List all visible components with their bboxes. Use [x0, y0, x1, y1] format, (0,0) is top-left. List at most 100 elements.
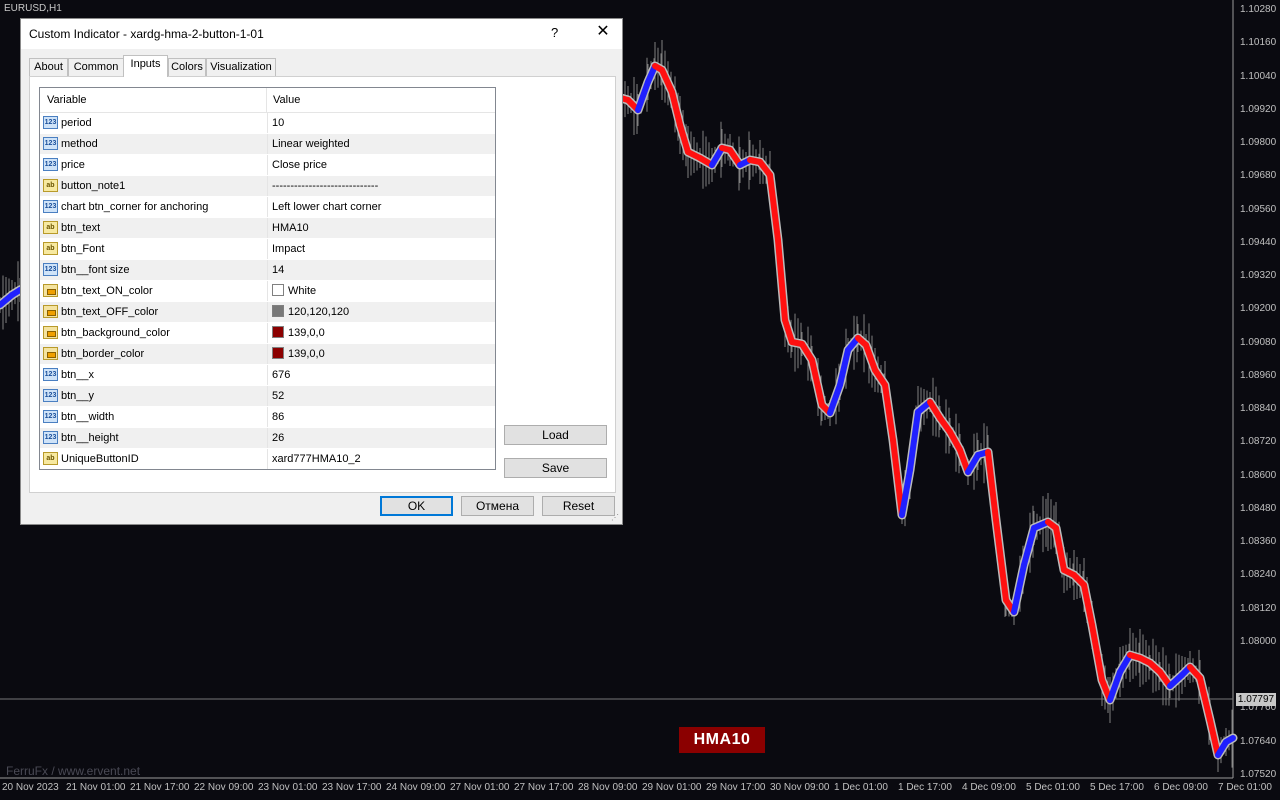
x-tick-label: 29 Nov 17:00	[706, 782, 766, 793]
value-cell[interactable]: 139,0,0	[267, 323, 495, 343]
x-tick-label: 27 Nov 01:00	[450, 782, 510, 793]
value-cell[interactable]: -----------------------------	[267, 176, 495, 196]
numeric-type-icon: 123	[43, 158, 58, 171]
y-tick-label: 1.08120	[1240, 602, 1277, 614]
inputs-grid: Variable Value 123 period 10 123 method Linea…	[39, 87, 496, 470]
input-row-btn-text-on-color[interactable]: btn_text_ON_color White	[40, 281, 495, 302]
y-tick-label: 1.08600	[1240, 469, 1277, 481]
column-header-variable[interactable]: Variable	[47, 94, 87, 106]
y-tick-label: 1.09200	[1240, 303, 1277, 315]
variable-name: btn__x	[61, 369, 95, 381]
y-tick-label: 1.08960	[1240, 369, 1277, 381]
value-cell[interactable]: xard777HMA10_2	[267, 449, 495, 469]
chart-symbol: EURUSD,H1	[4, 3, 62, 14]
hma-segment	[1223, 735, 1236, 745]
input-row-button-note1[interactable]: ab button_note1 --------------------------…	[40, 176, 495, 197]
value-cell[interactable]: Close price	[267, 155, 495, 175]
variable-value: 139,0,0	[288, 327, 325, 339]
input-row-btn-y[interactable]: 123 btn__y 52	[40, 386, 495, 407]
tab-about[interactable]: About	[29, 58, 68, 76]
input-row-btn-font[interactable]: ab btn_Font Impact	[40, 239, 495, 260]
help-button[interactable]: ?	[551, 25, 558, 40]
variable-value: 120,120,120	[288, 306, 350, 318]
input-row-btn-text-off-color[interactable]: btn_text_OFF_color 120,120,120	[40, 302, 495, 323]
value-cell[interactable]: 120,120,120	[267, 302, 495, 322]
tab-common[interactable]: Common	[68, 58, 124, 76]
input-row-method[interactable]: 123 method Linear weighted	[40, 134, 495, 155]
input-row-btn-background-color[interactable]: btn_background_color 139,0,0	[40, 323, 495, 344]
tab-colors[interactable]: Colors	[168, 58, 206, 76]
string-type-icon: ab	[43, 242, 58, 255]
variable-name: btn__y	[61, 390, 95, 402]
dialog-title: Custom Indicator - xardg-hma-2-button-1-…	[29, 27, 264, 41]
y-tick-label: 1.10040	[1240, 70, 1277, 82]
resize-grip-icon[interactable]: ⋰	[611, 513, 619, 522]
variable-value: Left lower chart corner	[272, 201, 382, 213]
color-type-icon	[43, 305, 58, 318]
color-swatch	[272, 305, 284, 317]
value-cell[interactable]: HMA10	[267, 218, 495, 238]
input-row-period[interactable]: 123 period 10	[40, 113, 495, 134]
value-cell[interactable]: Left lower chart corner	[267, 197, 495, 217]
input-row-uniquebuttonid[interactable]: ab UniqueButtonID xard777HMA10_2	[40, 449, 495, 469]
variable-name: chart btn_corner for anchoring	[61, 201, 209, 213]
numeric-type-icon: 123	[43, 116, 58, 129]
value-cell[interactable]: 139,0,0	[267, 344, 495, 364]
reset-button[interactable]: Reset	[542, 496, 615, 516]
load-button[interactable]: Load	[504, 425, 607, 445]
hma10-chart-button[interactable]: HMA10	[679, 727, 765, 753]
input-row-btn-width[interactable]: 123 btn__width 86	[40, 407, 495, 428]
numeric-type-icon: 123	[43, 200, 58, 213]
variable-name: btn_border_color	[61, 348, 145, 360]
value-cell[interactable]: 10	[267, 113, 495, 133]
close-icon[interactable]: ✕	[593, 22, 613, 42]
y-tick-label: 1.09320	[1240, 270, 1277, 282]
value-cell[interactable]: Impact	[267, 239, 495, 259]
numeric-type-icon: 123	[43, 137, 58, 150]
save-button[interactable]: Save	[504, 458, 607, 478]
input-row-btn-text[interactable]: ab btn_text HMA10	[40, 218, 495, 239]
variable-name: btn__height	[61, 432, 119, 444]
variable-name: price	[61, 159, 85, 171]
input-row-btn-height[interactable]: 123 btn__height 26	[40, 428, 495, 449]
tab-inputs[interactable]: Inputs	[123, 55, 168, 77]
y-tick-label: 1.08720	[1240, 436, 1277, 448]
input-row-btn-font-size[interactable]: 123 btn__font size 14	[40, 260, 495, 281]
column-header-value[interactable]: Value	[273, 94, 300, 106]
numeric-type-icon: 123	[43, 431, 58, 444]
string-type-icon: ab	[43, 221, 58, 234]
value-cell[interactable]: 14	[267, 260, 495, 280]
dialog-titlebar[interactable]: Custom Indicator - xardg-hma-2-button-1-…	[21, 19, 622, 49]
current-price-tag: 1.07797	[1236, 693, 1276, 706]
value-cell[interactable]: White	[267, 281, 495, 301]
x-tick-label: 21 Nov 01:00	[66, 782, 126, 793]
value-cell[interactable]: 86	[267, 407, 495, 427]
variable-value: -----------------------------	[272, 180, 379, 192]
variable-name: btn__font size	[61, 264, 130, 276]
x-tick-label: 22 Nov 09:00	[194, 782, 254, 793]
input-row-price[interactable]: 123 price Close price	[40, 155, 495, 176]
ok-button[interactable]: OK	[380, 496, 453, 516]
cancel-button[interactable]: Отмена	[461, 496, 534, 516]
input-row-chart-btn-corner-for-anchoring[interactable]: 123 chart btn_corner for anchoring Left lo…	[40, 197, 495, 218]
value-cell[interactable]: Linear weighted	[267, 134, 495, 154]
value-cell[interactable]: 26	[267, 428, 495, 448]
tab-visualization[interactable]: Visualization	[206, 58, 276, 76]
x-tick-label: 29 Nov 01:00	[642, 782, 702, 793]
numeric-type-icon: 123	[43, 368, 58, 381]
variable-value: 10	[272, 117, 285, 129]
y-tick-label: 1.08840	[1240, 403, 1277, 415]
value-cell[interactable]: 676	[267, 365, 495, 385]
input-row-btn-border-color[interactable]: btn_border_color 139,0,0	[40, 344, 495, 365]
y-tick-label: 1.10280	[1240, 4, 1277, 15]
variable-value: 14	[272, 264, 285, 276]
variable-value: HMA10	[272, 222, 309, 234]
x-tick-label: 5 Dec 17:00	[1090, 782, 1144, 793]
x-tick-label: 20 Nov 2023	[2, 782, 59, 793]
value-cell[interactable]: 52	[267, 386, 495, 406]
x-tick-label: 6 Dec 09:00	[1154, 782, 1208, 793]
variable-value: xard777HMA10_2	[272, 453, 361, 465]
input-row-btn-x[interactable]: 123 btn__x 676	[40, 365, 495, 386]
variable-value: White	[288, 285, 317, 297]
y-tick-label: 1.09680	[1240, 170, 1277, 182]
